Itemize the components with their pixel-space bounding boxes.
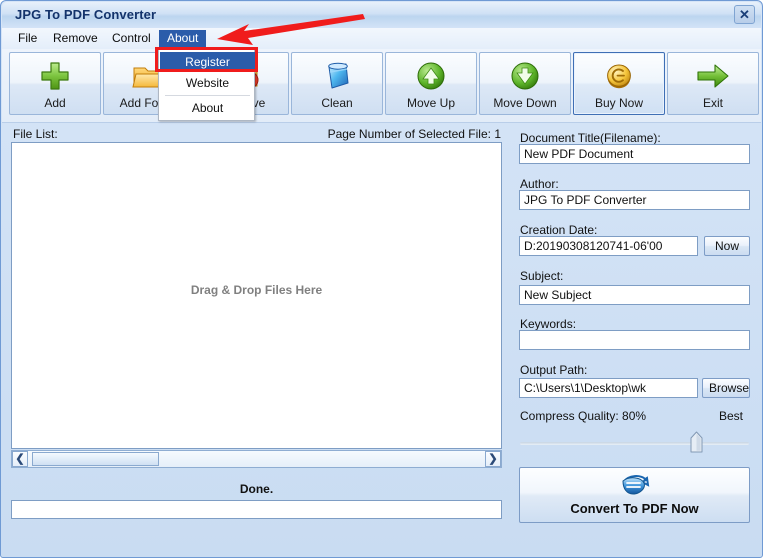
compress-quality-label: Compress Quality: 80%	[520, 409, 647, 423]
menu-item-control[interactable]: Control	[104, 30, 159, 47]
window-title: JPG To PDF Converter	[15, 7, 157, 22]
convert-button-label: Convert To PDF Now	[570, 501, 699, 516]
toolbar: Add Add Folder Clean Move Up Move Down B…	[2, 49, 761, 123]
output-path-label: Output Path:	[520, 363, 588, 377]
toolbar-button-move-up[interactable]: Move Up	[385, 52, 477, 115]
menu-bar: File Remove Control About	[2, 28, 761, 50]
toolbar-button-clean[interactable]: Clean	[291, 52, 383, 115]
creation-date-input[interactable]	[519, 236, 698, 256]
toolbar-label-move-up: Move Up	[406, 96, 456, 110]
toolbar-label-add: Add	[44, 96, 66, 110]
close-button[interactable]: ✕	[734, 5, 755, 24]
pdf-convert-icon	[520, 473, 749, 499]
scroll-left-arrow-icon[interactable]: ❮	[12, 451, 28, 467]
compress-quality-slider-thumb[interactable]	[690, 431, 703, 453]
file-list-box[interactable]: Drag & Drop Files Here	[11, 142, 502, 449]
creation-date-label: Creation Date:	[520, 223, 598, 237]
page-number-label: Page Number of Selected File: 1	[327, 127, 501, 141]
document-title-label: Document Title(Filename):	[520, 131, 661, 145]
menu-item-remove[interactable]: Remove	[45, 30, 106, 47]
green-right-arrow-icon	[668, 59, 758, 93]
subject-label: Subject:	[520, 269, 564, 283]
toolbar-label-exit: Exit	[702, 96, 723, 110]
output-path-input[interactable]	[519, 378, 698, 398]
toolbar-button-add[interactable]: Add	[9, 52, 101, 115]
close-icon: ✕	[739, 7, 750, 22]
menu-item-about[interactable]: About	[159, 30, 207, 47]
compress-quality-slider-track[interactable]	[520, 442, 749, 445]
progress-bar	[11, 500, 502, 519]
subject-input[interactable]	[519, 285, 750, 305]
file-list-horizontal-scrollbar[interactable]: ❮ ❯	[11, 450, 502, 468]
compress-quality-best-label: Best	[719, 409, 744, 423]
gold-coin-icon	[574, 59, 664, 93]
about-dropdown-menu: Register Website About	[158, 49, 255, 121]
now-button[interactable]: Now	[704, 236, 750, 256]
arrow-down-circle-icon	[480, 59, 570, 93]
toolbar-button-move-down[interactable]: Move Down	[479, 52, 571, 115]
toolbar-label-buy-now: Buy Now	[594, 96, 644, 110]
title-bar: JPG To PDF Converter ✕	[2, 2, 761, 29]
toolbar-button-buy-now[interactable]: Buy Now	[573, 52, 665, 115]
convert-to-pdf-button[interactable]: Convert To PDF Now	[519, 467, 750, 523]
toolbar-label-clean: Clean	[321, 96, 353, 110]
file-list-label: File List:	[13, 127, 58, 141]
green-plus-icon	[10, 59, 100, 93]
toolbar-button-exit[interactable]: Exit	[667, 52, 759, 115]
keywords-input[interactable]	[519, 330, 750, 350]
keywords-label: Keywords:	[520, 317, 577, 331]
trash-can-icon	[292, 59, 382, 93]
dropdown-separator	[165, 95, 250, 96]
scrollbar-thumb[interactable]	[32, 452, 159, 466]
toolbar-label-move-down: Move Down	[493, 96, 557, 110]
browse-button[interactable]: Browse	[702, 378, 750, 398]
arrow-up-circle-icon	[386, 59, 476, 93]
scroll-right-arrow-icon[interactable]: ❯	[485, 451, 501, 467]
menu-item-file[interactable]: File	[10, 30, 45, 47]
dropdown-item-website[interactable]: Website	[160, 73, 255, 93]
application-window: JPG To PDF Converter ✕ File Remove Contr…	[0, 0, 763, 558]
dropdown-item-about[interactable]: About	[160, 98, 255, 118]
document-title-input[interactable]	[519, 144, 750, 164]
author-input[interactable]	[519, 190, 750, 210]
author-label: Author:	[520, 177, 559, 191]
dropdown-item-register[interactable]: Register	[160, 52, 255, 72]
drag-drop-hint: Drag & Drop Files Here	[190, 283, 323, 297]
status-text: Done.	[239, 482, 274, 496]
